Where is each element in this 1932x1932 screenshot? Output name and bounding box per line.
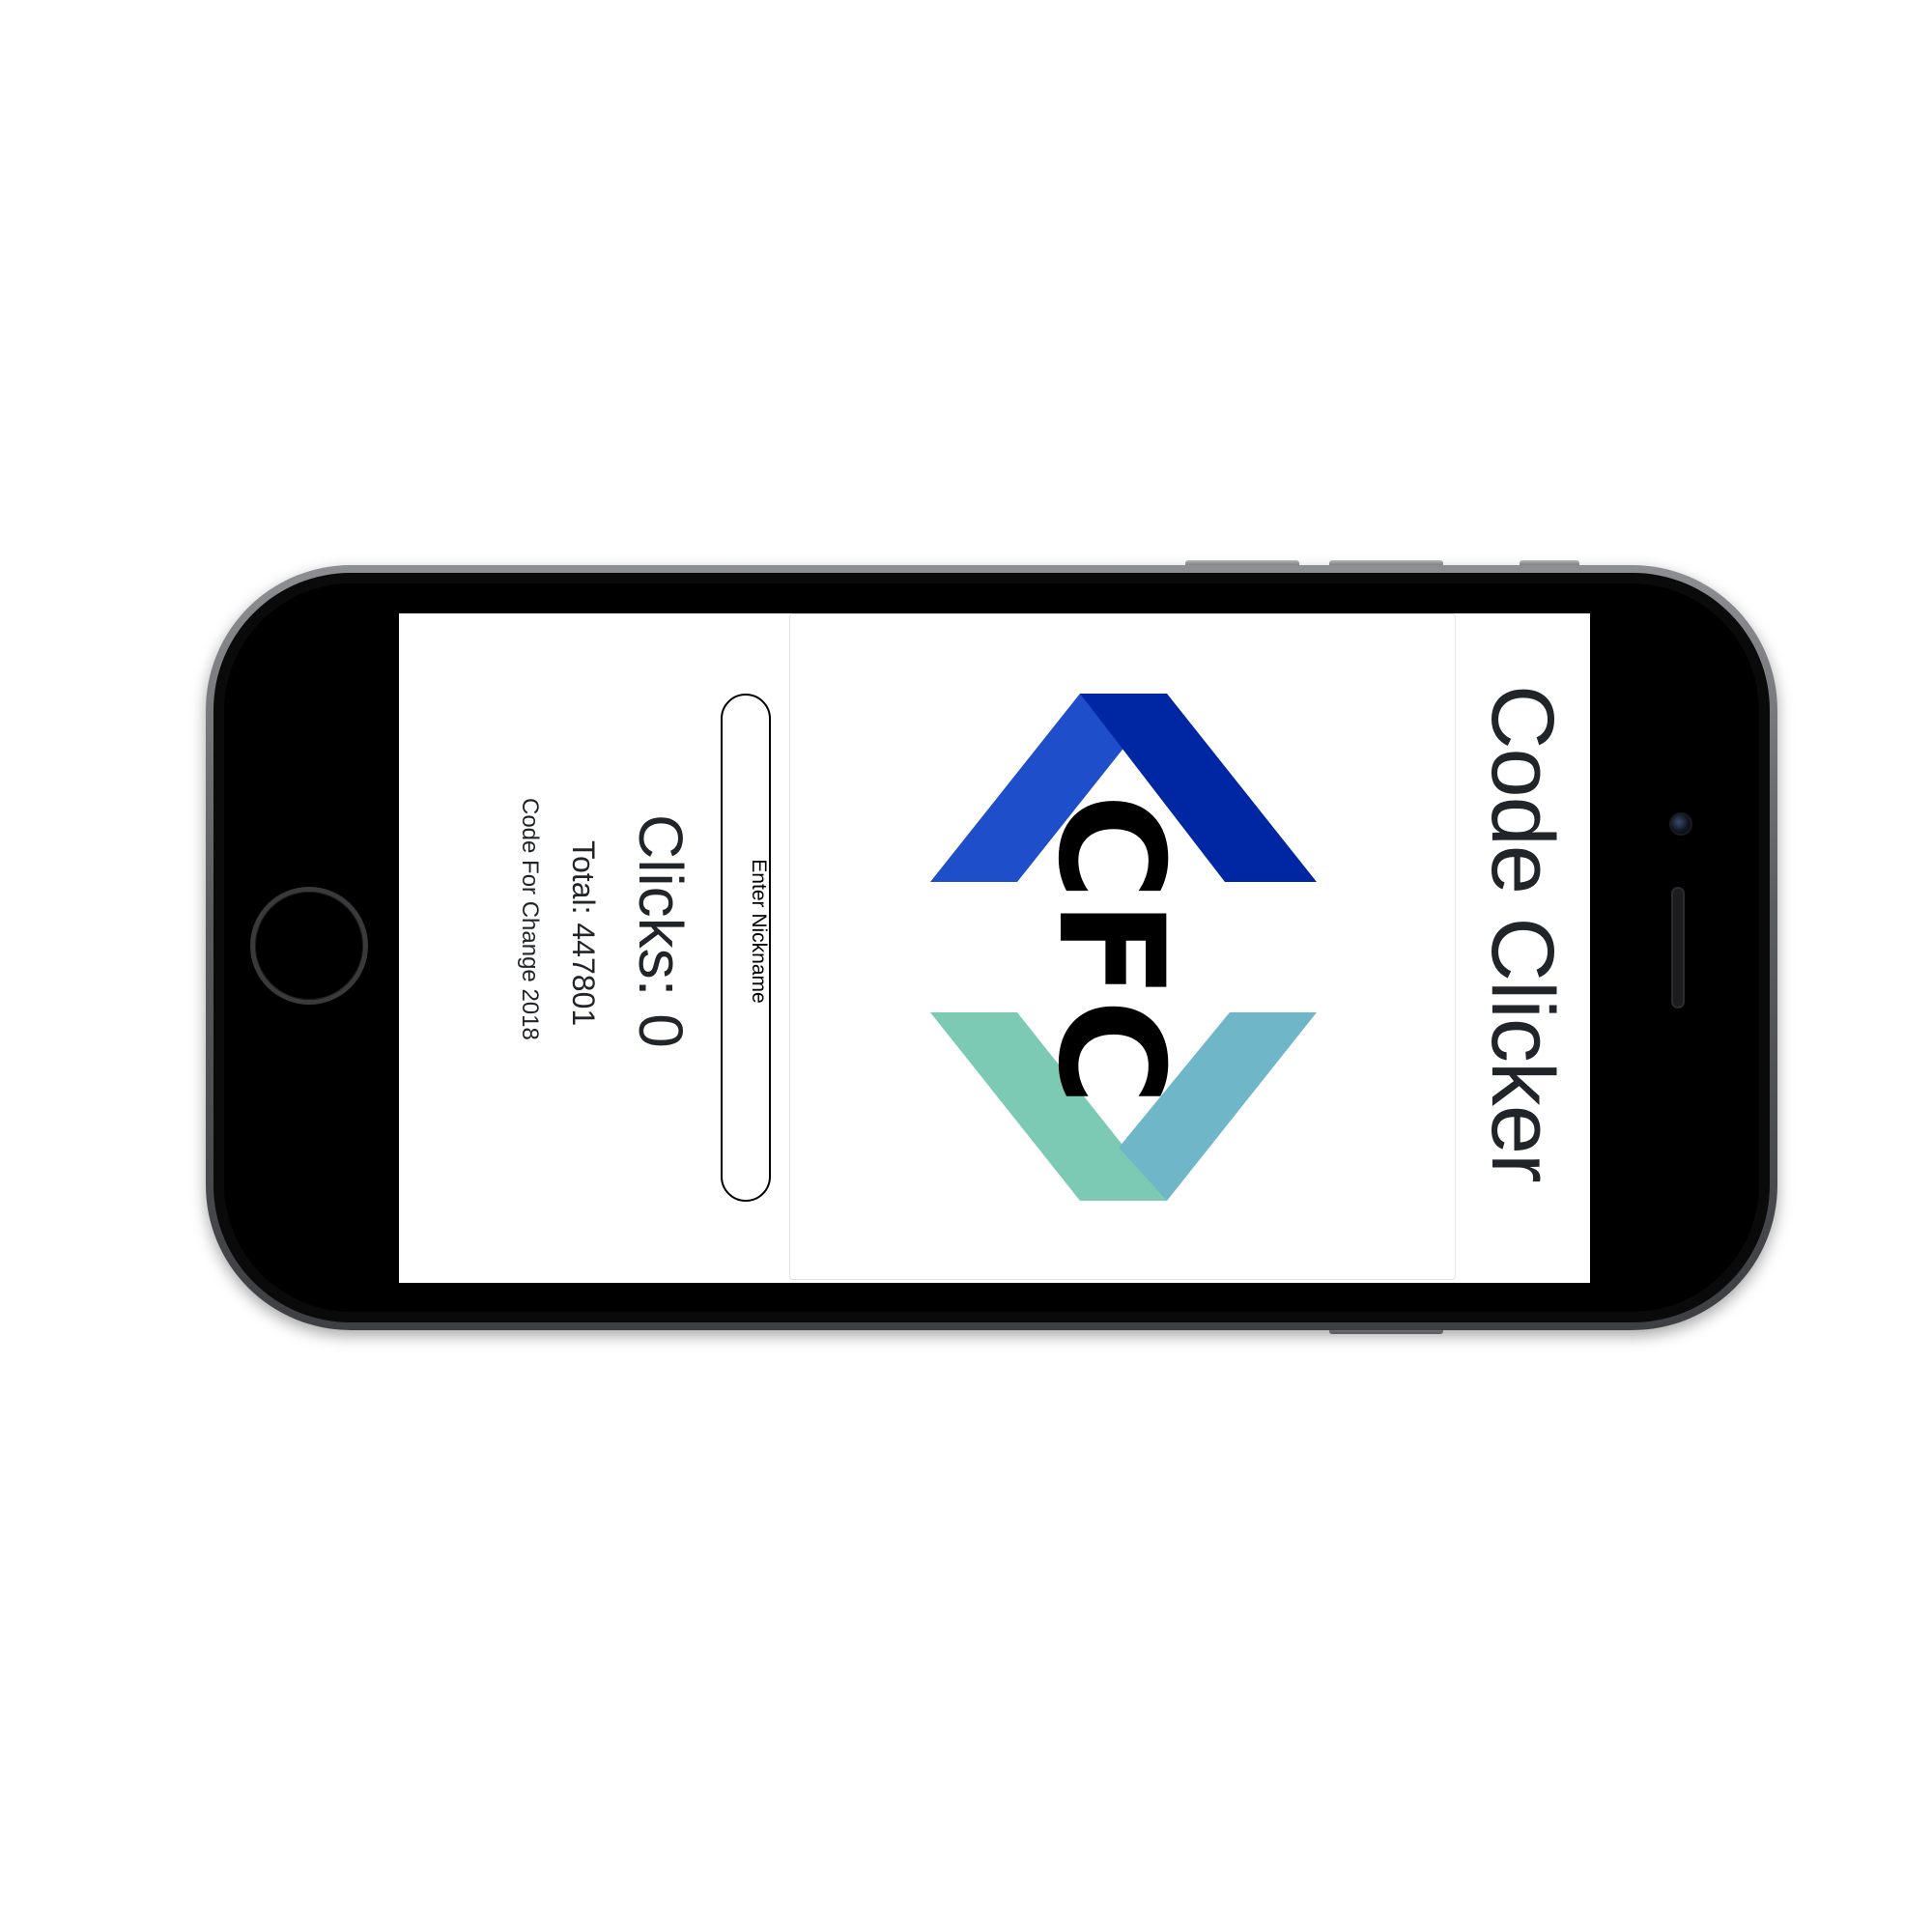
app-screen: Code Clicker CFC Enter Nickname Clicks: …	[399, 613, 1590, 1283]
cfc-logo-icon: CFC	[930, 694, 1317, 1201]
logo-text: CFC	[1026, 794, 1194, 1106]
speaker-grill	[1671, 887, 1685, 1009]
device-mockup: Code Clicker CFC Enter Nickname Clicks: …	[0, 0, 1932, 1932]
total-counter: Total: 447801	[566, 840, 601, 1027]
home-button[interactable]	[250, 887, 368, 1005]
app-title: Code Clicker	[1473, 685, 1572, 1182]
clicks-counter: Clicks: 0	[626, 814, 696, 1048]
enter-nickname-label: Enter Nickname	[748, 859, 770, 1004]
front-camera	[1669, 812, 1692, 836]
footer-credit: Code For Change 2018	[517, 798, 543, 1040]
cfc-logo-click-target[interactable]: CFC	[789, 613, 1456, 1280]
enter-nickname-button[interactable]: Enter Nickname	[721, 694, 771, 1202]
